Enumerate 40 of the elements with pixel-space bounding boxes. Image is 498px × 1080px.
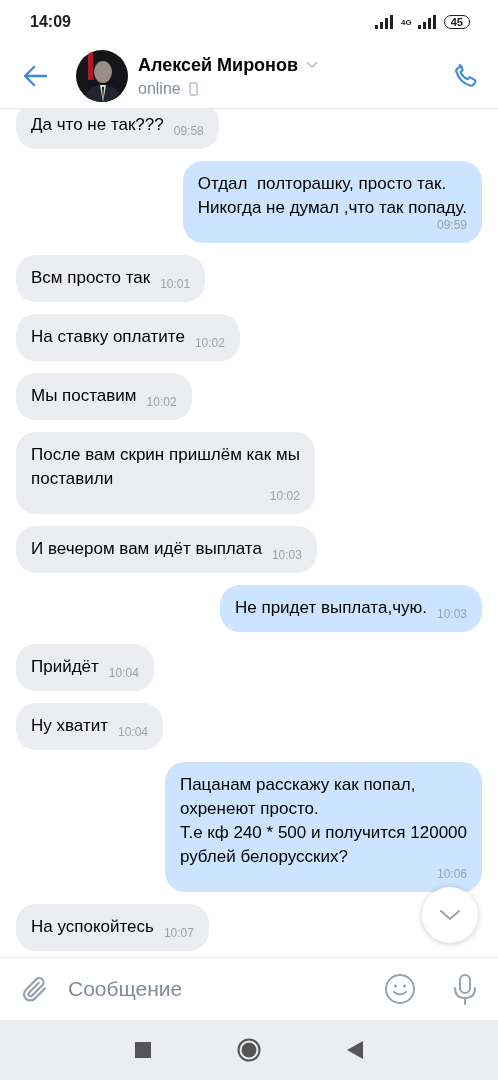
- back-icon[interactable]: [347, 1041, 363, 1059]
- message-text: Пацанам расскажу как попал, охренеют просто. Т.е кф 240 * 500 и получится 120000 рублей белорусских?: [179, 775, 467, 866]
- smiley-icon[interactable]: [384, 973, 416, 1005]
- message-time: 10:03: [271, 548, 302, 562]
- message-text: Да что не так???: [31, 115, 164, 134]
- message-time: 10:02: [194, 336, 225, 350]
- message-time: 10:01: [160, 277, 191, 291]
- network-label: 4G: [401, 17, 412, 27]
- message-text: Ну хватит: [31, 716, 108, 735]
- status-time: 14:09: [30, 13, 71, 31]
- signal-icon: [375, 15, 396, 29]
- chevron-down-icon: [439, 909, 461, 921]
- message-text: После вам скрин пришлём как мы поставили: [31, 445, 300, 488]
- microphone-icon[interactable]: [452, 973, 478, 1005]
- chevron-down-icon[interactable]: [306, 61, 319, 69]
- message-text: На ставку оплатите: [31, 327, 185, 346]
- message-time: 10:04: [108, 666, 139, 680]
- message-time: 10:02: [268, 489, 300, 503]
- phone-device-icon: [188, 81, 198, 96]
- message-time: 10:04: [118, 725, 149, 739]
- message-input-field[interactable]: Сообщение: [66, 976, 368, 1002]
- message-time: 10:02: [146, 395, 177, 409]
- back-arrow-icon[interactable]: [22, 65, 48, 87]
- message-time: 10:03: [436, 607, 467, 621]
- message-text: Мы поставим: [31, 386, 137, 405]
- home-icon[interactable]: [237, 1038, 261, 1062]
- message-time: 09:59: [435, 218, 467, 232]
- scroll-down-button[interactable]: [422, 887, 478, 943]
- message-time: 09:58: [173, 124, 204, 138]
- online-status: online: [138, 79, 181, 98]
- signal-icon: [417, 15, 438, 29]
- contact-name[interactable]: Алексей Миронов: [138, 54, 299, 76]
- message-time: 10:06: [435, 867, 467, 881]
- message-text: Прийдёт: [31, 657, 99, 676]
- message-text: Отдал полторашку, просто так. Никогда не думал ,что так попаду.: [197, 174, 467, 217]
- message-time: 10:07: [163, 926, 194, 940]
- message-text: На успокойтесь: [31, 917, 154, 936]
- message-text: Не придет выплата,чую.: [234, 598, 427, 617]
- message-text: Всм просто так: [31, 268, 151, 287]
- message-text: И вечером вам идёт выплата: [31, 539, 262, 558]
